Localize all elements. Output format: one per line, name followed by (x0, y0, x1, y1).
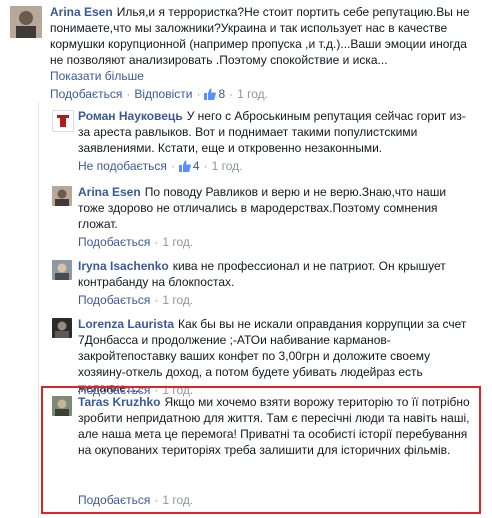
like-link[interactable]: Подобається (78, 493, 150, 507)
comment-meta: Подобається · 1 год. (78, 293, 194, 307)
like-count[interactable]: 4 (193, 159, 200, 173)
like-link[interactable]: Подобається (78, 235, 150, 249)
comment-body: Arina Esen По поводу Равликов и верю и не… (78, 184, 474, 232)
comment-meta: Не подобається · 4 · 1 год. (78, 159, 243, 173)
comment-meta: Подобається · Відповісти · 8 · 1 год. (50, 87, 269, 101)
comment-meta: Подобається · 1 год. (78, 235, 194, 249)
author-name[interactable]: Arina Esen (50, 5, 113, 19)
comment-body: Taras Kruzhko Якщо ми хочемо взяти ворожу… (78, 394, 474, 458)
author-name[interactable]: Lorenza Laurista (78, 317, 174, 331)
comment-body: Iryna Isachenko кива не профессионал и не… (78, 258, 474, 290)
like-link[interactable]: Подобається (50, 87, 122, 101)
reply-thread-line (38, 102, 39, 518)
comment-body: Arina Esen Илья,и я террористка?Не стоит … (50, 4, 480, 84)
author-name[interactable]: Iryna Isachenko (78, 259, 169, 273)
timestamp[interactable]: 1 год. (162, 493, 193, 507)
author-name[interactable]: Taras Kruzhko (78, 395, 160, 409)
thumb-up-icon (178, 160, 191, 172)
timestamp[interactable]: 1 год. (162, 293, 193, 307)
thumb-up-icon (204, 88, 217, 100)
author-name[interactable]: Роман Науковець (78, 109, 183, 123)
comment-arina-1: Arina Esen Илья,и я террористка?Не стоит … (0, 0, 492, 102)
like-count[interactable]: 8 (218, 87, 225, 101)
comment-meta: Подобається · 1 год. (78, 493, 194, 507)
avatar[interactable] (52, 260, 72, 280)
avatar[interactable] (52, 396, 72, 416)
unlike-link[interactable]: Не подобається (78, 159, 167, 173)
show-more-link[interactable]: Показати більше (50, 68, 480, 84)
like-link[interactable]: Подобається (78, 293, 150, 307)
timestamp[interactable]: 1 год. (162, 235, 193, 249)
avatar[interactable] (52, 318, 72, 338)
avatar[interactable] (10, 6, 42, 38)
avatar[interactable] (52, 186, 72, 206)
reply-link[interactable]: Відповісти (134, 87, 192, 101)
comment-body: Роман Науковець У него с Аброськиным репу… (78, 108, 474, 156)
timestamp[interactable]: 1 год. (237, 87, 268, 101)
timestamp[interactable]: 1 год. (212, 159, 243, 173)
author-name[interactable]: Arina Esen (78, 185, 141, 199)
avatar[interactable] (52, 110, 74, 132)
